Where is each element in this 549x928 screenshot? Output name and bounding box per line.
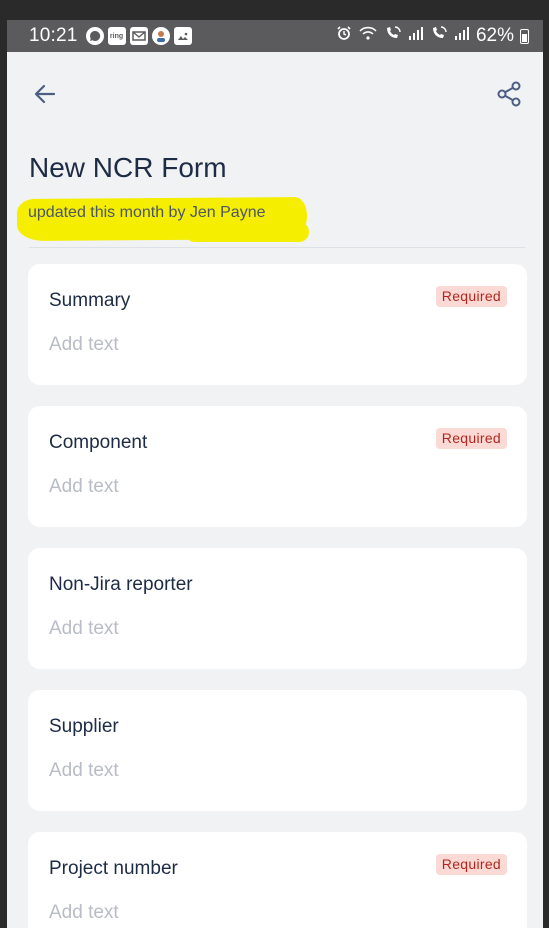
field-card-non-jira-reporter[interactable]: Non-Jira reporter bbox=[28, 548, 527, 669]
status-right-icons: 62% bbox=[336, 25, 529, 47]
required-badge: Required bbox=[435, 428, 507, 449]
field-label: Project number bbox=[49, 858, 178, 879]
gallery-icon bbox=[173, 27, 192, 45]
phone-screen: 10:21 ring 62% New NCR Form updated this… bbox=[7, 20, 543, 928]
supplier-input[interactable] bbox=[49, 760, 489, 782]
wifi-icon bbox=[358, 25, 378, 47]
signal-icon bbox=[454, 25, 470, 47]
header-divider bbox=[29, 247, 525, 248]
avatar-notification-icon bbox=[151, 27, 170, 45]
project-number-input[interactable] bbox=[49, 902, 489, 924]
field-card-supplier[interactable]: Supplier bbox=[28, 690, 527, 811]
status-bar: 10:21 ring 62% bbox=[7, 20, 543, 52]
yellow-highlight-stroke bbox=[185, 222, 309, 242]
field-label: Component bbox=[49, 432, 148, 453]
required-badge: Required bbox=[435, 286, 507, 307]
screenshot-frame: 10:21 ring 62% New NCR Form updated this… bbox=[0, 0, 549, 928]
signal-icon bbox=[408, 25, 424, 47]
summary-input[interactable] bbox=[49, 334, 489, 356]
outlook-icon bbox=[129, 27, 148, 45]
ring-icon: ring bbox=[107, 27, 126, 45]
field-card-project-number[interactable]: Project number Required bbox=[28, 832, 527, 928]
field-card-component[interactable]: Component Required bbox=[28, 406, 527, 527]
component-input[interactable] bbox=[49, 476, 489, 498]
battery-percentage: 62% bbox=[475, 25, 514, 46]
field-label: Summary bbox=[49, 290, 131, 311]
notification-icons: ring bbox=[85, 27, 192, 45]
field-label: Supplier bbox=[49, 716, 119, 737]
field-label: Non-Jira reporter bbox=[49, 574, 193, 595]
whatsapp-icon bbox=[85, 27, 104, 45]
battery-icon bbox=[520, 28, 529, 44]
wifi-call-icon bbox=[384, 25, 402, 47]
wifi-call-icon bbox=[430, 25, 448, 47]
page-subtitle: updated this month by Jen Payne bbox=[28, 204, 266, 221]
back-button[interactable] bbox=[29, 78, 61, 110]
status-time: 10:21 bbox=[29, 25, 78, 46]
alarm-icon bbox=[336, 25, 352, 47]
share-icon bbox=[497, 81, 521, 107]
arrow-left-icon bbox=[34, 84, 56, 104]
share-button[interactable] bbox=[493, 78, 525, 110]
subtitle-area: updated this month by Jen Payne bbox=[16, 196, 313, 242]
non-jira-reporter-input[interactable] bbox=[49, 618, 489, 640]
field-card-summary[interactable]: Summary Required bbox=[28, 264, 527, 385]
required-badge: Required bbox=[435, 854, 507, 875]
page-title: New NCR Form bbox=[29, 152, 227, 183]
